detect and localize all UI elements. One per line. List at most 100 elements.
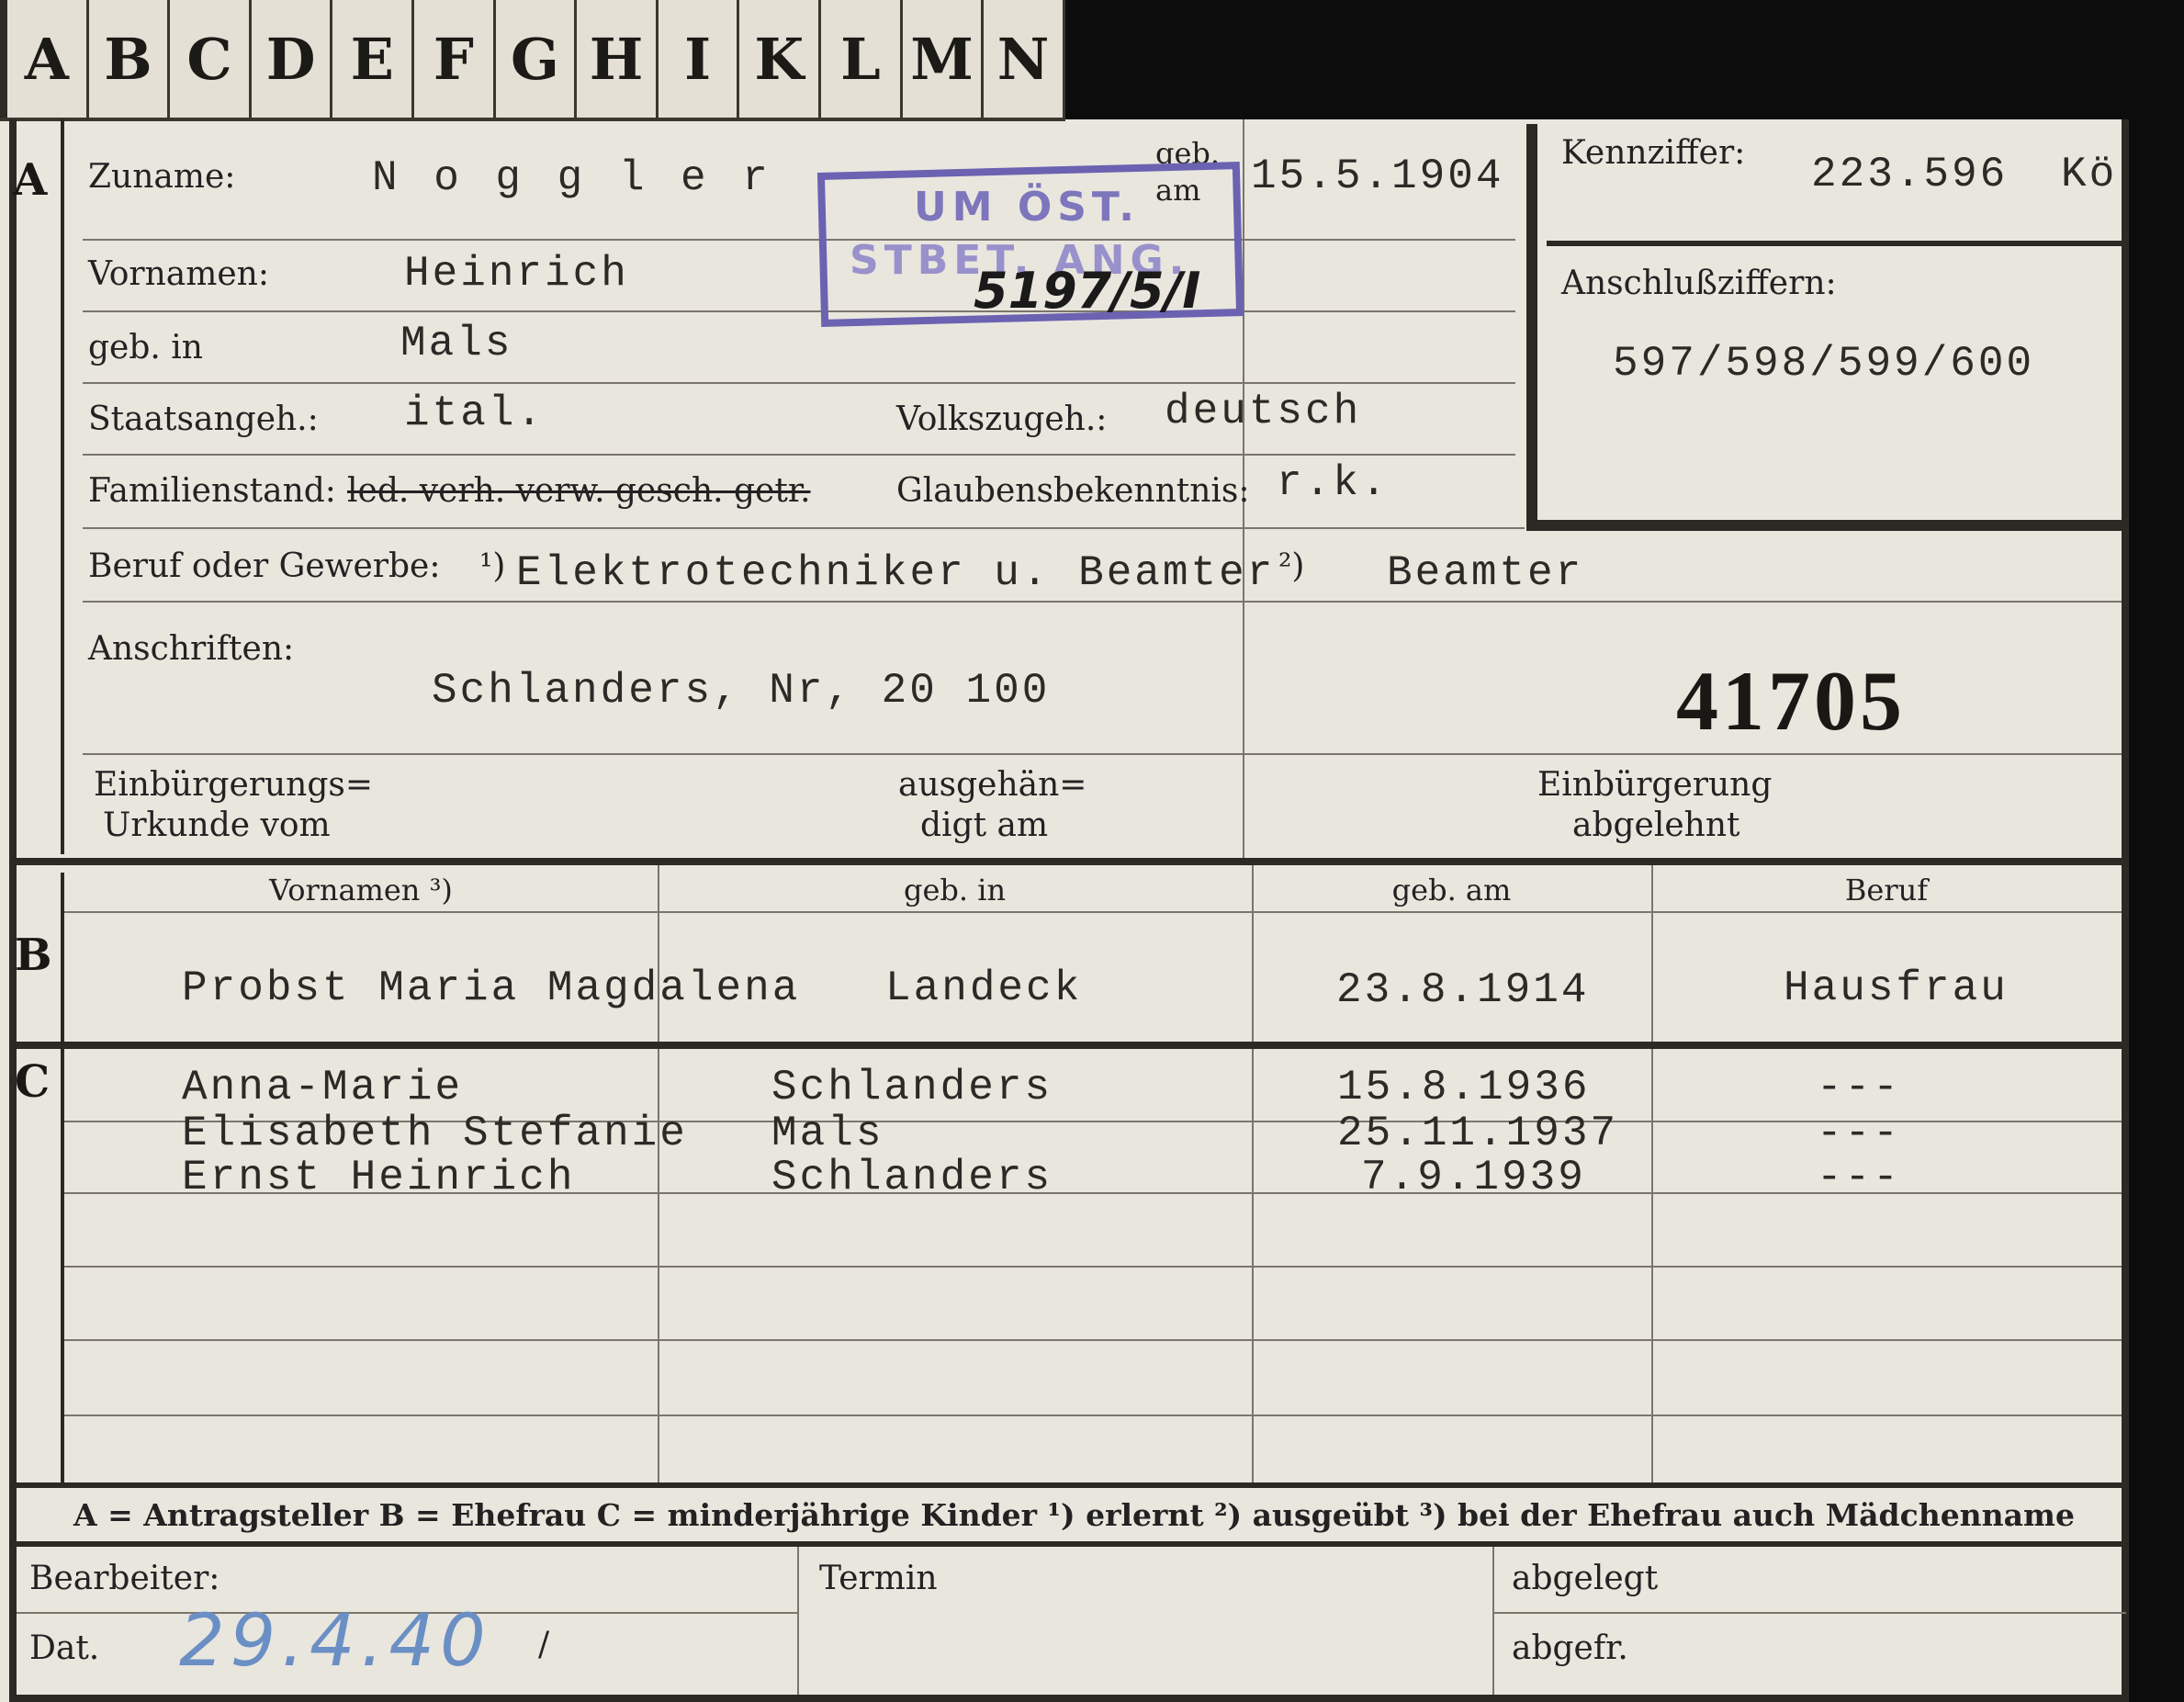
tab-n[interactable]: N bbox=[984, 0, 1065, 118]
spouse-header-profession: Beruf bbox=[1844, 873, 1929, 907]
child-2-birthdate: 25.11.1937 bbox=[1337, 1110, 1619, 1157]
child-2-name: Elisabeth Stefanie bbox=[182, 1110, 688, 1157]
tab-d[interactable]: D bbox=[252, 0, 333, 118]
right-box-bottom-border bbox=[1526, 520, 2129, 531]
section-a-bottom-border bbox=[9, 858, 2129, 865]
section-label-c: C bbox=[15, 1056, 51, 1108]
spouse-profession: Hausfrau bbox=[1784, 964, 2009, 1012]
rule bbox=[658, 865, 659, 1486]
marital-status-label: Familienstand: bbox=[88, 472, 336, 510]
child-1-profession: --- bbox=[1817, 1064, 1901, 1111]
child-3-name: Ernst Heinrich bbox=[182, 1154, 576, 1201]
spouse-name: Probst Maria Magdalena bbox=[182, 964, 801, 1012]
tab-m[interactable]: M bbox=[903, 0, 985, 118]
address-label: Anschriften: bbox=[88, 630, 295, 668]
legend-line: A = Antragsteller B = Ehefrau C = minder… bbox=[73, 1497, 2075, 1533]
outer-right-border bbox=[2122, 119, 2129, 1702]
profession-learned-value: Elektrotechniker u. Beamter bbox=[516, 549, 1276, 597]
spouse-birthplace: Landeck bbox=[885, 964, 1083, 1012]
code-number-label: Kennziffer: bbox=[1561, 134, 1746, 172]
rule bbox=[64, 1266, 2122, 1268]
tab-g[interactable]: G bbox=[496, 0, 578, 118]
surname-value: N o g g l e r bbox=[372, 154, 773, 202]
dark-background-top bbox=[1065, 0, 2184, 119]
address-value: Schlanders, Nr, 20 100 bbox=[432, 667, 1051, 715]
child-2-profession: --- bbox=[1817, 1110, 1901, 1157]
profession-footnote-2: ²) bbox=[1278, 547, 1305, 585]
naturalization-refused-label-2: abgelehnt bbox=[1572, 806, 1740, 844]
outer-left-border bbox=[9, 119, 17, 1702]
naturalization-refused-label-1: Einbürgerung bbox=[1537, 766, 1773, 804]
spouse-birthdate: 23.8.1914 bbox=[1336, 966, 1590, 1014]
firstname-value: Heinrich bbox=[404, 250, 629, 298]
profession-practiced-value: Beamter bbox=[1387, 549, 1584, 597]
rule bbox=[83, 310, 1515, 312]
section-b-bottom-border bbox=[9, 1042, 2129, 1049]
birthplace-label: geb. in bbox=[88, 329, 203, 366]
rule bbox=[1252, 865, 1254, 1486]
linked-numbers-value: 597/598/599/600 bbox=[1613, 340, 2035, 388]
surname-label: Zuname: bbox=[88, 158, 236, 196]
alphabet-tab-strip: A B C D E F G H I K L M N bbox=[0, 0, 1065, 121]
tab-l[interactable]: L bbox=[821, 0, 903, 118]
rule bbox=[64, 1339, 2122, 1341]
tab-i[interactable]: I bbox=[659, 0, 740, 118]
code-number-suffix: Kö bbox=[2061, 151, 2118, 198]
rule bbox=[64, 1415, 2122, 1416]
linked-numbers-label: Anschlußziffern: bbox=[1561, 265, 1837, 302]
tab-c[interactable]: C bbox=[170, 0, 252, 118]
rule bbox=[797, 1547, 799, 1702]
child-1-birthplace: Schlanders bbox=[771, 1064, 1053, 1111]
spouse-header-birthplace: geb. in bbox=[903, 873, 1007, 907]
tab-k[interactable]: K bbox=[739, 0, 822, 118]
rule bbox=[83, 239, 1515, 241]
firstname-label: Vornamen: bbox=[88, 255, 269, 293]
child-3-birthdate: 7.9.1939 bbox=[1361, 1154, 1586, 1201]
deadline-label: Termin bbox=[819, 1560, 938, 1597]
registration-card: A B C D E F G H I K L M N A B C Zuname: … bbox=[0, 0, 2184, 1702]
naturalization-certificate-label-1: Einbürgerungs= bbox=[94, 766, 374, 804]
section-label-a: A bbox=[13, 154, 48, 206]
section-bc-divider bbox=[61, 873, 64, 1483]
nationality-label: Staatsangeh.: bbox=[88, 400, 319, 438]
legend-bottom-border bbox=[9, 1541, 2129, 1547]
dark-background-right bbox=[2129, 0, 2184, 1702]
handwritten-reference: 5197/5/I bbox=[974, 262, 1201, 320]
handed-over-label-1: ausgehän= bbox=[898, 766, 1087, 804]
child-2-birthplace: Mals bbox=[771, 1110, 884, 1157]
child-3-profession: --- bbox=[1817, 1154, 1901, 1201]
stamp-line-1: UM ÖST. bbox=[914, 184, 1140, 231]
rule bbox=[1492, 1612, 2126, 1614]
tab-a[interactable]: A bbox=[0, 0, 89, 118]
marital-status-options: led. verh. verw. gesch. getr. bbox=[347, 472, 811, 510]
profession-label: Beruf oder Gewerbe: bbox=[88, 547, 441, 585]
card-bottom-border bbox=[9, 1695, 2129, 1702]
rule bbox=[1651, 865, 1653, 1486]
birthdate-value: 15.5.1904 bbox=[1251, 152, 1504, 200]
child-1-name: Anna-Marie bbox=[182, 1064, 464, 1111]
rule bbox=[1492, 1547, 1494, 1702]
spouse-header-birthdate: geb. am bbox=[1391, 873, 1512, 907]
naturalization-certificate-label-2: Urkunde vom bbox=[103, 806, 331, 844]
religion-value: r.k. bbox=[1277, 459, 1390, 507]
file-number: 41705 bbox=[1676, 654, 1906, 748]
section-a-divider bbox=[61, 119, 64, 854]
filed-label: abgelegt bbox=[1512, 1560, 1659, 1597]
rule bbox=[64, 911, 2122, 913]
code-number-value: 223.596 bbox=[1811, 151, 2009, 198]
profession-footnote-1: ¹) bbox=[479, 547, 506, 585]
tab-b[interactable]: B bbox=[89, 0, 171, 118]
handed-over-label-2: digt am bbox=[920, 806, 1049, 844]
rule bbox=[83, 527, 1525, 529]
rule bbox=[83, 753, 2122, 755]
date-slash: / bbox=[538, 1626, 550, 1663]
handwritten-date: 29.4.40 bbox=[179, 1600, 491, 1683]
tab-h[interactable]: H bbox=[577, 0, 659, 118]
tab-f[interactable]: F bbox=[414, 0, 496, 118]
tab-e[interactable]: E bbox=[332, 0, 415, 118]
rule bbox=[83, 454, 1515, 456]
spouse-header-firstnames: Vornamen ³) bbox=[269, 873, 453, 907]
rule bbox=[83, 601, 2122, 603]
date-label: Dat. bbox=[29, 1629, 100, 1667]
clerk-label: Bearbeiter: bbox=[29, 1560, 220, 1597]
